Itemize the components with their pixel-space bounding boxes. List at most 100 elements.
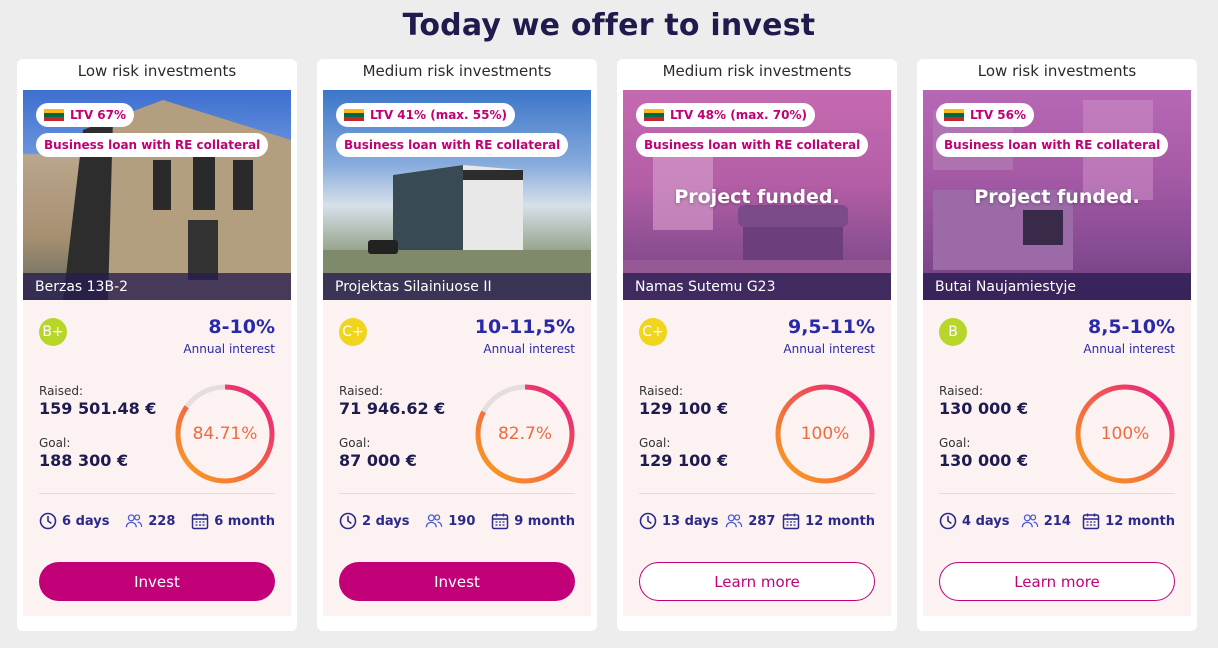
days-left: 4 days (939, 512, 1009, 530)
risk-label: Low risk investments (77, 62, 237, 80)
loan-term: 12 month (1082, 512, 1175, 530)
investment-card[interactable]: Medium risk investments LTV 41% (max. 55… (317, 59, 597, 631)
risk-grade-badge: B+ (39, 318, 67, 346)
calendar-icon (191, 513, 209, 530)
ltv-badge: LTV 56% (936, 103, 1035, 127)
users-icon (1021, 514, 1039, 528)
goal-label: Goal: (339, 436, 371, 450)
progress-percent: 100% (1100, 424, 1150, 444)
invest-button[interactable]: Invest (39, 562, 275, 601)
goal-label: Goal: (39, 436, 71, 450)
interest-rate-label: Annual interest (1083, 342, 1175, 356)
term-text: 12 month (805, 513, 875, 529)
investors-count: 228 (125, 512, 175, 530)
goal-value: 87 000 € (339, 451, 417, 470)
invest-button[interactable]: Invest (339, 562, 575, 601)
divider (639, 493, 875, 494)
risk-label: Low risk investments (977, 62, 1137, 80)
clock-icon (339, 512, 357, 530)
term-text: 9 month (514, 513, 575, 529)
risk-label: Medium risk investments (362, 62, 552, 80)
risk-grade-badge: B (939, 318, 967, 346)
progress-percent: 82.7% (497, 424, 552, 444)
project-photo[interactable]: LTV 41% (max. 55%) Business loan with RE… (323, 90, 591, 300)
stats-row: 4 days 214 12 month (939, 512, 1175, 530)
ltv-badge: LTV 48% (max. 70%) (636, 103, 815, 127)
progress-percent: 100% (800, 424, 850, 444)
days-left: 2 days (339, 512, 409, 530)
project-photo[interactable]: LTV 56% Business loan with RE collateral… (923, 90, 1191, 300)
interest-rate-label: Annual interest (783, 342, 875, 356)
users-icon (125, 514, 143, 528)
stats-row: 2 days 190 9 month (339, 512, 575, 530)
learn-more-button[interactable]: Learn more (939, 562, 1175, 601)
clock-icon (39, 512, 57, 530)
goal-value: 129 100 € (639, 451, 729, 470)
investors-text: 214 (1043, 513, 1071, 529)
card-body: B+ 8-10% Annual interest Raised: 159 501… (23, 300, 291, 616)
loan-type-badge: Business loan with RE collateral (336, 133, 569, 157)
ltv-text: LTV 56% (970, 108, 1027, 122)
investment-card[interactable]: Low risk investments LTV 67% Business lo… (17, 59, 297, 631)
card-body: C+ 9,5-11% Annual interest Raised: 129 1… (623, 300, 891, 616)
investment-card[interactable]: Medium risk investments LTV 48% (max. 70… (617, 59, 897, 631)
clock-icon (639, 512, 657, 530)
days-text: 2 days (362, 513, 410, 529)
project-name: Namas Sutemu G23 (623, 273, 891, 300)
ltv-text: LTV 41% (max. 55%) (370, 108, 507, 122)
investors-text: 190 (448, 513, 476, 529)
ltv-text: LTV 67% (70, 108, 127, 122)
divider (339, 493, 575, 494)
stats-row: 13 days 287 12 month (639, 512, 875, 530)
calendar-icon (491, 513, 509, 530)
card-body: C+ 10-11,5% Annual interest Raised: 71 9… (323, 300, 591, 616)
raised-value: 129 100 € (639, 399, 729, 418)
interest-rate: 8-10% (208, 316, 275, 338)
interest-rate: 10-11,5% (474, 316, 575, 338)
days-left: 6 days (39, 512, 109, 530)
investment-card[interactable]: Low risk investments LTV 56% Business lo… (917, 59, 1197, 631)
risk-label: Medium risk investments (662, 62, 852, 80)
project-name: Projektas Silainiuose II (323, 273, 591, 300)
days-text: 4 days (962, 513, 1010, 529)
lithuania-flag-icon (344, 109, 364, 121)
investors-text: 287 (748, 513, 776, 529)
investors-count: 214 (1021, 512, 1071, 530)
raised-label: Raised: (939, 384, 984, 398)
users-icon (425, 514, 443, 528)
days-left: 13 days (639, 512, 719, 530)
divider (939, 493, 1175, 494)
clock-icon (939, 512, 957, 530)
lithuania-flag-icon (944, 109, 964, 121)
learn-more-button[interactable]: Learn more (639, 562, 875, 601)
raised-value: 130 000 € (939, 399, 1029, 418)
investors-text: 228 (148, 513, 176, 529)
interest-rate-label: Annual interest (483, 342, 575, 356)
project-name: Berzas 13B-2 (23, 273, 291, 300)
loan-type-badge: Business loan with RE collateral (636, 133, 869, 157)
risk-grade-badge: C+ (639, 318, 667, 346)
card-body: B 8,5-10% Annual interest Raised: 130 00… (923, 300, 1191, 616)
loan-term: 6 month (191, 512, 275, 530)
funded-overlay: Project funded. (974, 186, 1140, 208)
raised-label: Raised: (639, 384, 684, 398)
stats-row: 6 days 228 6 month (39, 512, 275, 530)
raised-label: Raised: (39, 384, 84, 398)
ltv-badge: LTV 67% (36, 103, 135, 127)
investors-count: 190 (425, 512, 475, 530)
users-icon (725, 514, 743, 528)
days-text: 13 days (662, 513, 719, 529)
raised-value: 159 501.48 € (39, 399, 157, 418)
goal-label: Goal: (939, 436, 971, 450)
interest-rate-label: Annual interest (183, 342, 275, 356)
term-text: 12 month (1105, 513, 1175, 529)
lithuania-flag-icon (644, 109, 664, 121)
loan-type-badge: Business loan with RE collateral (936, 133, 1169, 157)
project-photo[interactable]: LTV 67% Business loan with RE collateral… (23, 90, 291, 300)
project-photo[interactable]: LTV 48% (max. 70%) Business loan with RE… (623, 90, 891, 300)
calendar-icon (782, 513, 800, 530)
investment-cards: Low risk investments LTV 67% Business lo… (17, 59, 1197, 631)
risk-grade-badge: C+ (339, 318, 367, 346)
raised-value: 71 946.62 € (339, 399, 446, 418)
loan-type-badge: Business loan with RE collateral (36, 133, 269, 157)
